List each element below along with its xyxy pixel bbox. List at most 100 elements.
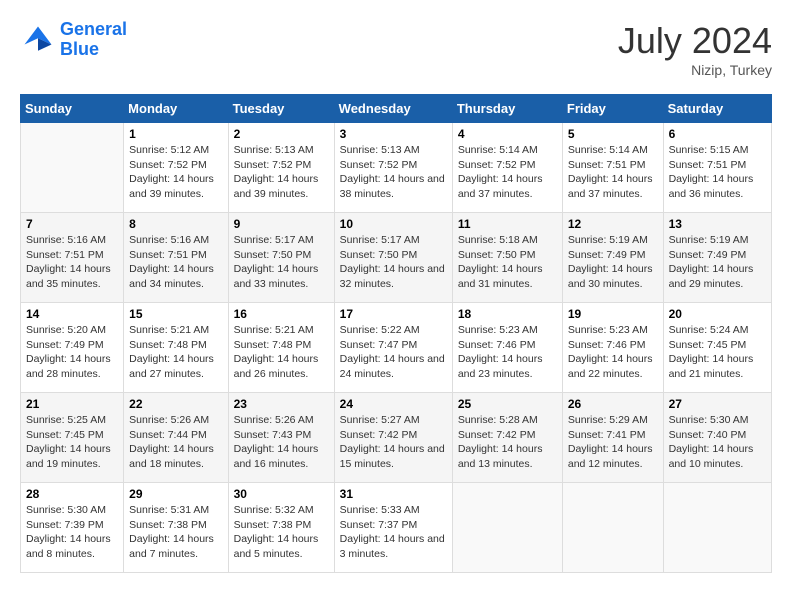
sunrise-text: Sunrise: 5:21 AM bbox=[234, 323, 329, 338]
weekday-header-thursday: Thursday bbox=[452, 95, 562, 123]
sunset-text: Sunset: 7:50 PM bbox=[458, 248, 557, 263]
sunset-text: Sunset: 7:52 PM bbox=[234, 158, 329, 173]
daylight-text: Daylight: 14 hours and 18 minutes. bbox=[129, 442, 222, 471]
sunset-text: Sunset: 7:43 PM bbox=[234, 428, 329, 443]
day-info: Sunrise: 5:12 AM Sunset: 7:52 PM Dayligh… bbox=[129, 143, 222, 202]
sunrise-text: Sunrise: 5:30 AM bbox=[669, 413, 766, 428]
calendar-cell: 16 Sunrise: 5:21 AM Sunset: 7:48 PM Dayl… bbox=[228, 303, 334, 393]
calendar-cell: 28 Sunrise: 5:30 AM Sunset: 7:39 PM Dayl… bbox=[21, 483, 124, 573]
daylight-text: Daylight: 14 hours and 21 minutes. bbox=[669, 352, 766, 381]
day-number: 21 bbox=[26, 397, 118, 411]
day-info: Sunrise: 5:17 AM Sunset: 7:50 PM Dayligh… bbox=[340, 233, 447, 292]
sunset-text: Sunset: 7:46 PM bbox=[568, 338, 658, 353]
daylight-text: Daylight: 14 hours and 39 minutes. bbox=[234, 172, 329, 201]
sunset-text: Sunset: 7:40 PM bbox=[669, 428, 766, 443]
sunset-text: Sunset: 7:42 PM bbox=[458, 428, 557, 443]
day-info: Sunrise: 5:16 AM Sunset: 7:51 PM Dayligh… bbox=[26, 233, 118, 292]
day-info: Sunrise: 5:30 AM Sunset: 7:39 PM Dayligh… bbox=[26, 503, 118, 562]
day-number: 26 bbox=[568, 397, 658, 411]
weekday-header-wednesday: Wednesday bbox=[334, 95, 452, 123]
sunset-text: Sunset: 7:50 PM bbox=[340, 248, 447, 263]
sunset-text: Sunset: 7:41 PM bbox=[568, 428, 658, 443]
sunset-text: Sunset: 7:48 PM bbox=[129, 338, 222, 353]
calendar-cell: 4 Sunrise: 5:14 AM Sunset: 7:52 PM Dayli… bbox=[452, 123, 562, 213]
calendar-cell: 3 Sunrise: 5:13 AM Sunset: 7:52 PM Dayli… bbox=[334, 123, 452, 213]
sunrise-text: Sunrise: 5:18 AM bbox=[458, 233, 557, 248]
calendar-week-row: 7 Sunrise: 5:16 AM Sunset: 7:51 PM Dayli… bbox=[21, 213, 772, 303]
day-number: 24 bbox=[340, 397, 447, 411]
sunrise-text: Sunrise: 5:25 AM bbox=[26, 413, 118, 428]
sunrise-text: Sunrise: 5:19 AM bbox=[669, 233, 766, 248]
day-info: Sunrise: 5:32 AM Sunset: 7:38 PM Dayligh… bbox=[234, 503, 329, 562]
sunset-text: Sunset: 7:52 PM bbox=[458, 158, 557, 173]
sunrise-text: Sunrise: 5:30 AM bbox=[26, 503, 118, 518]
daylight-text: Daylight: 14 hours and 24 minutes. bbox=[340, 352, 447, 381]
sunrise-text: Sunrise: 5:23 AM bbox=[458, 323, 557, 338]
month-year-title: July 2024 bbox=[618, 20, 772, 62]
sunset-text: Sunset: 7:38 PM bbox=[234, 518, 329, 533]
day-number: 31 bbox=[340, 487, 447, 501]
sunrise-text: Sunrise: 5:23 AM bbox=[568, 323, 658, 338]
sunrise-text: Sunrise: 5:13 AM bbox=[340, 143, 447, 158]
day-info: Sunrise: 5:28 AM Sunset: 7:42 PM Dayligh… bbox=[458, 413, 557, 472]
calendar-cell bbox=[562, 483, 663, 573]
day-number: 16 bbox=[234, 307, 329, 321]
sunrise-text: Sunrise: 5:31 AM bbox=[129, 503, 222, 518]
daylight-text: Daylight: 14 hours and 33 minutes. bbox=[234, 262, 329, 291]
weekday-header-friday: Friday bbox=[562, 95, 663, 123]
sunset-text: Sunset: 7:45 PM bbox=[669, 338, 766, 353]
title-block: July 2024 Nizip, Turkey bbox=[618, 20, 772, 78]
weekday-header-row: SundayMondayTuesdayWednesdayThursdayFrid… bbox=[21, 95, 772, 123]
daylight-text: Daylight: 14 hours and 35 minutes. bbox=[26, 262, 118, 291]
calendar-cell: 8 Sunrise: 5:16 AM Sunset: 7:51 PM Dayli… bbox=[124, 213, 228, 303]
calendar-cell: 20 Sunrise: 5:24 AM Sunset: 7:45 PM Dayl… bbox=[663, 303, 771, 393]
day-info: Sunrise: 5:25 AM Sunset: 7:45 PM Dayligh… bbox=[26, 413, 118, 472]
day-number: 7 bbox=[26, 217, 118, 231]
daylight-text: Daylight: 14 hours and 32 minutes. bbox=[340, 262, 447, 291]
calendar-cell: 24 Sunrise: 5:27 AM Sunset: 7:42 PM Dayl… bbox=[334, 393, 452, 483]
sunrise-text: Sunrise: 5:12 AM bbox=[129, 143, 222, 158]
day-info: Sunrise: 5:14 AM Sunset: 7:52 PM Dayligh… bbox=[458, 143, 557, 202]
day-info: Sunrise: 5:21 AM Sunset: 7:48 PM Dayligh… bbox=[234, 323, 329, 382]
sunset-text: Sunset: 7:51 PM bbox=[568, 158, 658, 173]
daylight-text: Daylight: 14 hours and 12 minutes. bbox=[568, 442, 658, 471]
day-info: Sunrise: 5:20 AM Sunset: 7:49 PM Dayligh… bbox=[26, 323, 118, 382]
calendar-cell: 2 Sunrise: 5:13 AM Sunset: 7:52 PM Dayli… bbox=[228, 123, 334, 213]
calendar-cell: 18 Sunrise: 5:23 AM Sunset: 7:46 PM Dayl… bbox=[452, 303, 562, 393]
daylight-text: Daylight: 14 hours and 22 minutes. bbox=[568, 352, 658, 381]
daylight-text: Daylight: 14 hours and 5 minutes. bbox=[234, 532, 329, 561]
daylight-text: Daylight: 14 hours and 36 minutes. bbox=[669, 172, 766, 201]
sunset-text: Sunset: 7:49 PM bbox=[26, 338, 118, 353]
daylight-text: Daylight: 14 hours and 8 minutes. bbox=[26, 532, 118, 561]
day-number: 28 bbox=[26, 487, 118, 501]
page-header: General Blue July 2024 Nizip, Turkey bbox=[20, 20, 772, 78]
sunset-text: Sunset: 7:46 PM bbox=[458, 338, 557, 353]
daylight-text: Daylight: 14 hours and 37 minutes. bbox=[458, 172, 557, 201]
day-number: 15 bbox=[129, 307, 222, 321]
day-info: Sunrise: 5:22 AM Sunset: 7:47 PM Dayligh… bbox=[340, 323, 447, 382]
daylight-text: Daylight: 14 hours and 13 minutes. bbox=[458, 442, 557, 471]
sunset-text: Sunset: 7:38 PM bbox=[129, 518, 222, 533]
calendar-cell: 11 Sunrise: 5:18 AM Sunset: 7:50 PM Dayl… bbox=[452, 213, 562, 303]
sunrise-text: Sunrise: 5:17 AM bbox=[340, 233, 447, 248]
day-number: 19 bbox=[568, 307, 658, 321]
daylight-text: Daylight: 14 hours and 23 minutes. bbox=[458, 352, 557, 381]
sunset-text: Sunset: 7:51 PM bbox=[129, 248, 222, 263]
day-info: Sunrise: 5:31 AM Sunset: 7:38 PM Dayligh… bbox=[129, 503, 222, 562]
daylight-text: Daylight: 14 hours and 29 minutes. bbox=[669, 262, 766, 291]
sunset-text: Sunset: 7:50 PM bbox=[234, 248, 329, 263]
sunset-text: Sunset: 7:51 PM bbox=[669, 158, 766, 173]
day-number: 13 bbox=[669, 217, 766, 231]
day-number: 22 bbox=[129, 397, 222, 411]
day-info: Sunrise: 5:13 AM Sunset: 7:52 PM Dayligh… bbox=[340, 143, 447, 202]
weekday-header-monday: Monday bbox=[124, 95, 228, 123]
weekday-header-sunday: Sunday bbox=[21, 95, 124, 123]
daylight-text: Daylight: 14 hours and 7 minutes. bbox=[129, 532, 222, 561]
day-number: 11 bbox=[458, 217, 557, 231]
daylight-text: Daylight: 14 hours and 3 minutes. bbox=[340, 532, 447, 561]
sunrise-text: Sunrise: 5:16 AM bbox=[26, 233, 118, 248]
sunrise-text: Sunrise: 5:26 AM bbox=[234, 413, 329, 428]
day-info: Sunrise: 5:19 AM Sunset: 7:49 PM Dayligh… bbox=[568, 233, 658, 292]
day-info: Sunrise: 5:15 AM Sunset: 7:51 PM Dayligh… bbox=[669, 143, 766, 202]
day-info: Sunrise: 5:30 AM Sunset: 7:40 PM Dayligh… bbox=[669, 413, 766, 472]
